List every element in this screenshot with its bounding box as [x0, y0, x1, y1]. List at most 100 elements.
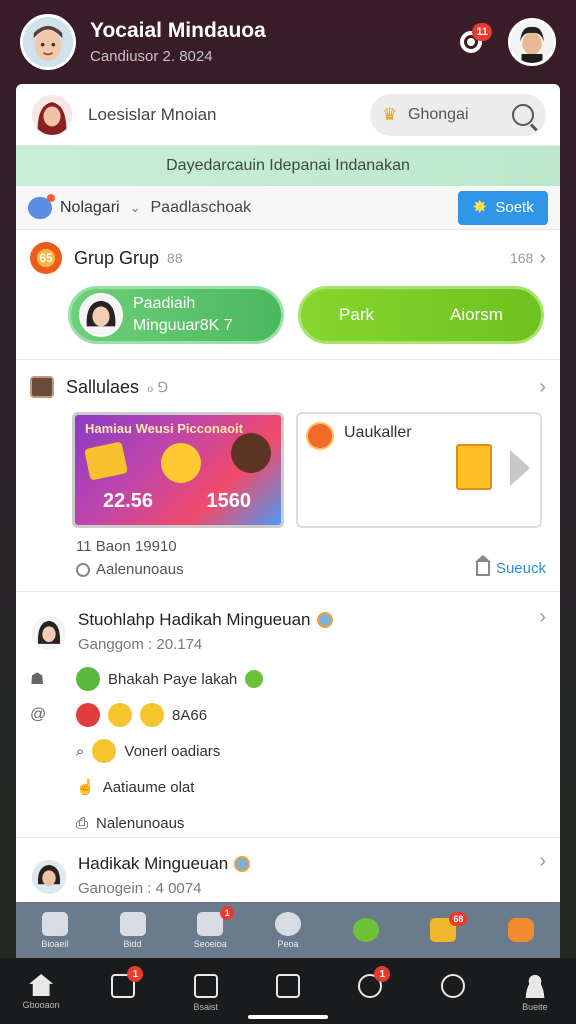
search-button[interactable]: ✸ Soetk [458, 190, 548, 225]
arrow-right-icon[interactable]: › [539, 850, 546, 873]
tab-badge: 68 [449, 912, 468, 926]
tab-gift[interactable]: 68 [411, 912, 475, 942]
home-indicator[interactable] [248, 1015, 328, 1019]
profile-icon [522, 974, 547, 998]
group-icon-text: 65 [39, 251, 53, 265]
profile-face-icon [511, 21, 553, 63]
nav-badge: 1 [127, 966, 144, 982]
search-button-label: Soetk [495, 199, 534, 216]
nav-home[interactable]: Gbooaon [11, 974, 71, 1010]
group-more-link[interactable]: 168 › [510, 247, 546, 270]
check-box-icon [193, 974, 218, 998]
update-tile[interactable]: Uaukaller [296, 412, 542, 528]
game-tile[interactable]: Hamiau Weusi Picconaoit 22.56 1560 [72, 412, 284, 528]
nav-search[interactable] [423, 974, 483, 998]
share-icon[interactable]: ⎙ [76, 815, 88, 832]
smile-emoji-icon [92, 739, 117, 763]
search-small-icon: ⌕ [76, 742, 85, 760]
character-face-icon [231, 433, 271, 473]
group-button1-line1: Paadiaih [133, 295, 196, 312]
app-header: Yocaial Mindauoa Candiusor 2. 8024 11 [0, 0, 576, 84]
list-icon [119, 911, 146, 936]
app-tab-bar: Bioaeil Bidd 1 Seoeioa Peoa 68 [16, 902, 560, 958]
schedule-title: Sallulaes [66, 376, 140, 397]
group-avatar [79, 293, 123, 337]
nav-profile[interactable]: Bueite [505, 974, 565, 1012]
post-item[interactable]: Hadikak Mingueuan Ganogein : 4 0074 › [16, 838, 560, 902]
circle-icon [274, 911, 301, 936]
tab-mascot[interactable] [489, 918, 553, 942]
user-avatar[interactable] [20, 14, 76, 70]
search-pill[interactable]: ♛ Ghongai [370, 93, 546, 136]
tab-home[interactable]: Bioaeil [23, 911, 87, 949]
pin-icon: ☗ [30, 671, 45, 688]
group-badge-icon: 65 [30, 242, 62, 274]
play-arrow-icon[interactable] [510, 450, 530, 486]
tab-ring[interactable] [334, 918, 398, 942]
nav-badge: 1 [374, 966, 391, 982]
tab-circle[interactable]: Peoa [256, 911, 320, 949]
post-row-5[interactable]: Nalenunoaus [96, 815, 184, 832]
star-icon: ✸ [472, 197, 488, 217]
mascot-icon [508, 918, 535, 942]
post-item[interactable]: Stuohlahp Hadikah Mingueuan Ganggom : 20… [16, 592, 560, 838]
group-button2-right: Aiorsm [450, 305, 503, 324]
group-right-text: 168 [509, 250, 534, 266]
app-subtitle: Candiusor 2. 8024 [90, 48, 213, 65]
filter-left-label[interactable]: Nolagari [60, 199, 120, 217]
notifications-button[interactable]: 11 [452, 23, 492, 61]
green-ring-icon [352, 918, 379, 942]
post-row-2: 8A66 [172, 706, 208, 724]
notification-badge: 11 [472, 23, 492, 41]
group-title: Grup Grup [74, 247, 160, 268]
post-avatar[interactable] [30, 614, 68, 652]
group-button2-left: Park [339, 305, 374, 324]
post-avatar[interactable] [30, 858, 68, 896]
group-secondary-button[interactable]: Park Aiorsm [298, 286, 544, 344]
update-badge-icon [306, 422, 334, 450]
nav-clipboard[interactable] [258, 974, 318, 998]
avatar-face-icon [23, 17, 73, 67]
announcement-banner[interactable]: Dayedarcauin Idepanai Indanakan [16, 146, 560, 186]
post-row-4[interactable]: Aatiaume olat [103, 779, 195, 796]
nav-list[interactable]: 1 [93, 966, 153, 998]
house-icon [474, 554, 491, 576]
game-tile-title: Hamiau Weusi Picconaoit [85, 421, 243, 436]
heart-emoji-icon [76, 703, 100, 727]
home-icon [29, 974, 54, 996]
home-icon [41, 911, 68, 936]
tab-list[interactable]: Bidd [101, 911, 165, 949]
group-title-extra: 88 [167, 250, 183, 266]
profile-avatar[interactable] [508, 18, 556, 66]
schedule-date: 11 Baon 19910 [76, 538, 177, 555]
search-label: Ghongai [408, 105, 469, 123]
filter-right-label[interactable]: Paadlaschoak [151, 199, 459, 217]
post-row-1: Bhakah Paye lakah [108, 670, 238, 688]
green-emoji-icon [76, 667, 100, 691]
post-avatar-face-icon [32, 616, 66, 650]
arrow-right-icon[interactable]: › [539, 606, 546, 629]
search-icon[interactable] [512, 103, 534, 126]
schedule-more-link[interactable]: › [539, 376, 546, 399]
post-subtitle: Ganogein : 4 0074 [78, 880, 202, 897]
game-tile-value-2: 1560 [206, 490, 252, 512]
chat-bubble-icon [28, 193, 55, 219]
schedule-title-extra: ℴ ⅁ [147, 378, 169, 395]
banner-text: Dayedarcauin Idepanai Indanakan [166, 157, 410, 174]
schedule-status: Aalenunoaus [96, 561, 184, 578]
clap-emoji-icon [108, 703, 132, 727]
nav-chat[interactable]: 1 [340, 966, 400, 998]
card-avatar-face-icon [32, 94, 72, 135]
globe-icon [234, 856, 251, 872]
post-row-3: Vonerl oadiars [124, 742, 221, 760]
chevron-down-icon[interactable]: ⌄ [130, 200, 141, 216]
like-icon[interactable]: ☝ [76, 778, 95, 796]
nav-tasks[interactable]: Bsaist [176, 974, 236, 1012]
status-dot-icon [76, 562, 90, 577]
card-avatar[interactable] [30, 92, 74, 137]
card-icon [84, 441, 128, 481]
group-primary-button[interactable]: Paadiaih Minguuar8K 7 [68, 286, 284, 344]
post-avatar-face-icon [32, 860, 66, 894]
tab-chat[interactable]: 1 Seoeioa [178, 905, 242, 949]
schedule-search-link[interactable]: Sueuck [474, 554, 546, 577]
